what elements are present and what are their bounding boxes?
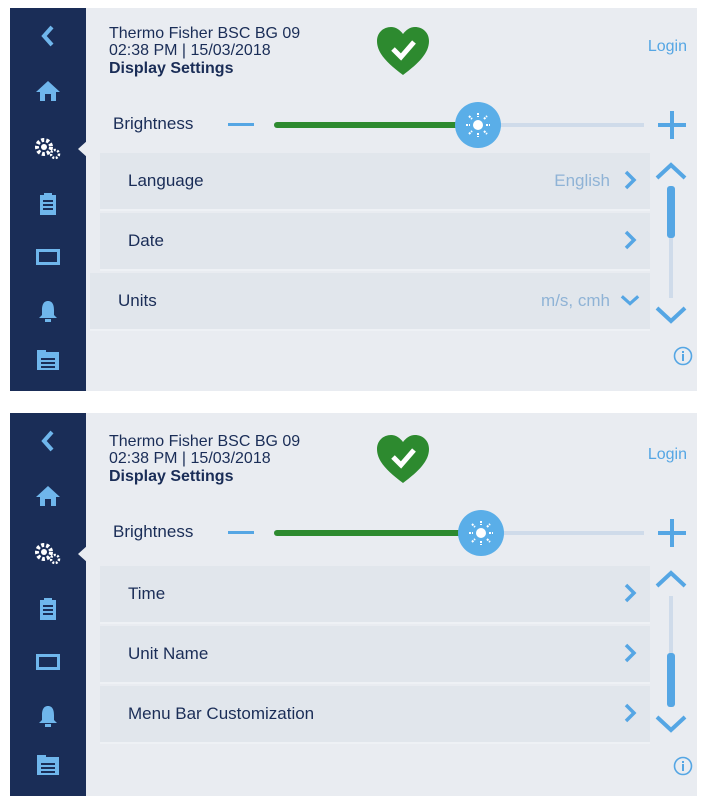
list-item-value: English xyxy=(554,171,610,190)
page-title: Display Settings xyxy=(109,468,234,485)
chevron-right-icon xyxy=(624,583,637,603)
home-icon[interactable] xyxy=(28,476,68,516)
screen-bottom: Thermo Fisher BSC BG 09 02:38 PM | 15/03… xyxy=(10,413,697,796)
sidebar xyxy=(10,8,88,391)
brightness-slider-knob[interactable] xyxy=(458,510,505,556)
date-time: 02:38 PM | 15/03/2018 xyxy=(109,42,271,59)
list-item-label: Menu Bar Customization xyxy=(128,704,315,723)
bell-icon[interactable] xyxy=(28,696,68,736)
scroll-up-icon[interactable] xyxy=(654,568,688,590)
scroll-up-icon[interactable] xyxy=(654,160,688,182)
list-item-label: Language xyxy=(128,171,204,190)
back-icon[interactable] xyxy=(28,16,68,56)
chevron-right-icon xyxy=(624,170,637,190)
brightness-label: Brightness xyxy=(113,114,194,133)
sidebar xyxy=(10,413,88,796)
list-item-time[interactable]: Time xyxy=(100,566,650,624)
home-icon[interactable] xyxy=(28,71,68,111)
list-item-label: Unit Name xyxy=(128,644,209,663)
list-item-language[interactable]: Language English xyxy=(100,153,650,211)
list-item-label: Date xyxy=(128,231,164,250)
scrollbar-thumb[interactable] xyxy=(667,653,675,707)
scroll-down-icon[interactable] xyxy=(654,713,688,735)
brightness-label: Brightness xyxy=(113,522,194,541)
page-title: Display Settings xyxy=(109,60,234,77)
chevron-right-icon xyxy=(624,703,637,723)
screen-top: Thermo Fisher BSC BG 09 02:38 PM | 15/03… xyxy=(10,8,697,391)
brightness-decrease-button[interactable] xyxy=(228,123,254,126)
chevron-right-icon xyxy=(624,643,637,663)
brightness-fill xyxy=(274,122,478,128)
list-item-units[interactable]: Units m/s, cmh xyxy=(90,273,650,331)
status-heart-icon[interactable] xyxy=(375,433,431,485)
date-time: 02:38 PM | 15/03/2018 xyxy=(109,450,271,467)
sun-icon xyxy=(465,113,490,137)
list-item-date[interactable]: Date xyxy=(100,213,650,271)
brightness-decrease-button[interactable] xyxy=(228,531,254,534)
settings-icon[interactable] xyxy=(28,534,68,574)
list-item-value: m/s, cmh xyxy=(541,291,610,310)
display-icon[interactable] xyxy=(28,237,68,277)
brightness-slider-knob[interactable] xyxy=(454,102,501,148)
clipboard-icon[interactable] xyxy=(28,589,68,629)
chevron-right-icon xyxy=(624,230,637,250)
back-icon[interactable] xyxy=(28,421,68,461)
bell-icon[interactable] xyxy=(28,291,68,331)
display-icon[interactable] xyxy=(28,642,68,682)
list-item-unit-name[interactable]: Unit Name xyxy=(100,626,650,684)
folder-icon[interactable] xyxy=(28,340,68,380)
list-item-menu-bar-customization[interactable]: Menu Bar Customization xyxy=(100,686,650,744)
brightness-increase-button[interactable] xyxy=(658,111,686,139)
brightness-fill xyxy=(274,530,482,536)
folder-icon[interactable] xyxy=(28,745,68,785)
info-icon[interactable] xyxy=(673,346,693,366)
clipboard-icon[interactable] xyxy=(28,184,68,224)
scrollbar-thumb[interactable] xyxy=(667,186,675,238)
info-icon[interactable] xyxy=(673,756,693,776)
chevron-down-icon xyxy=(620,295,640,306)
list-item-label: Units xyxy=(118,291,157,310)
sun-icon xyxy=(469,521,494,545)
list-item-label: Time xyxy=(128,584,166,603)
device-name: Thermo Fisher BSC BG 09 xyxy=(109,433,301,450)
device-name: Thermo Fisher BSC BG 09 xyxy=(109,25,301,42)
brightness-increase-button[interactable] xyxy=(658,519,686,547)
active-indicator xyxy=(78,545,88,563)
active-indicator xyxy=(78,140,88,158)
status-heart-icon[interactable] xyxy=(375,25,431,77)
login-link[interactable]: Login xyxy=(648,38,687,56)
scroll-down-icon[interactable] xyxy=(654,304,688,326)
settings-icon[interactable] xyxy=(28,129,68,169)
login-link[interactable]: Login xyxy=(648,446,687,464)
